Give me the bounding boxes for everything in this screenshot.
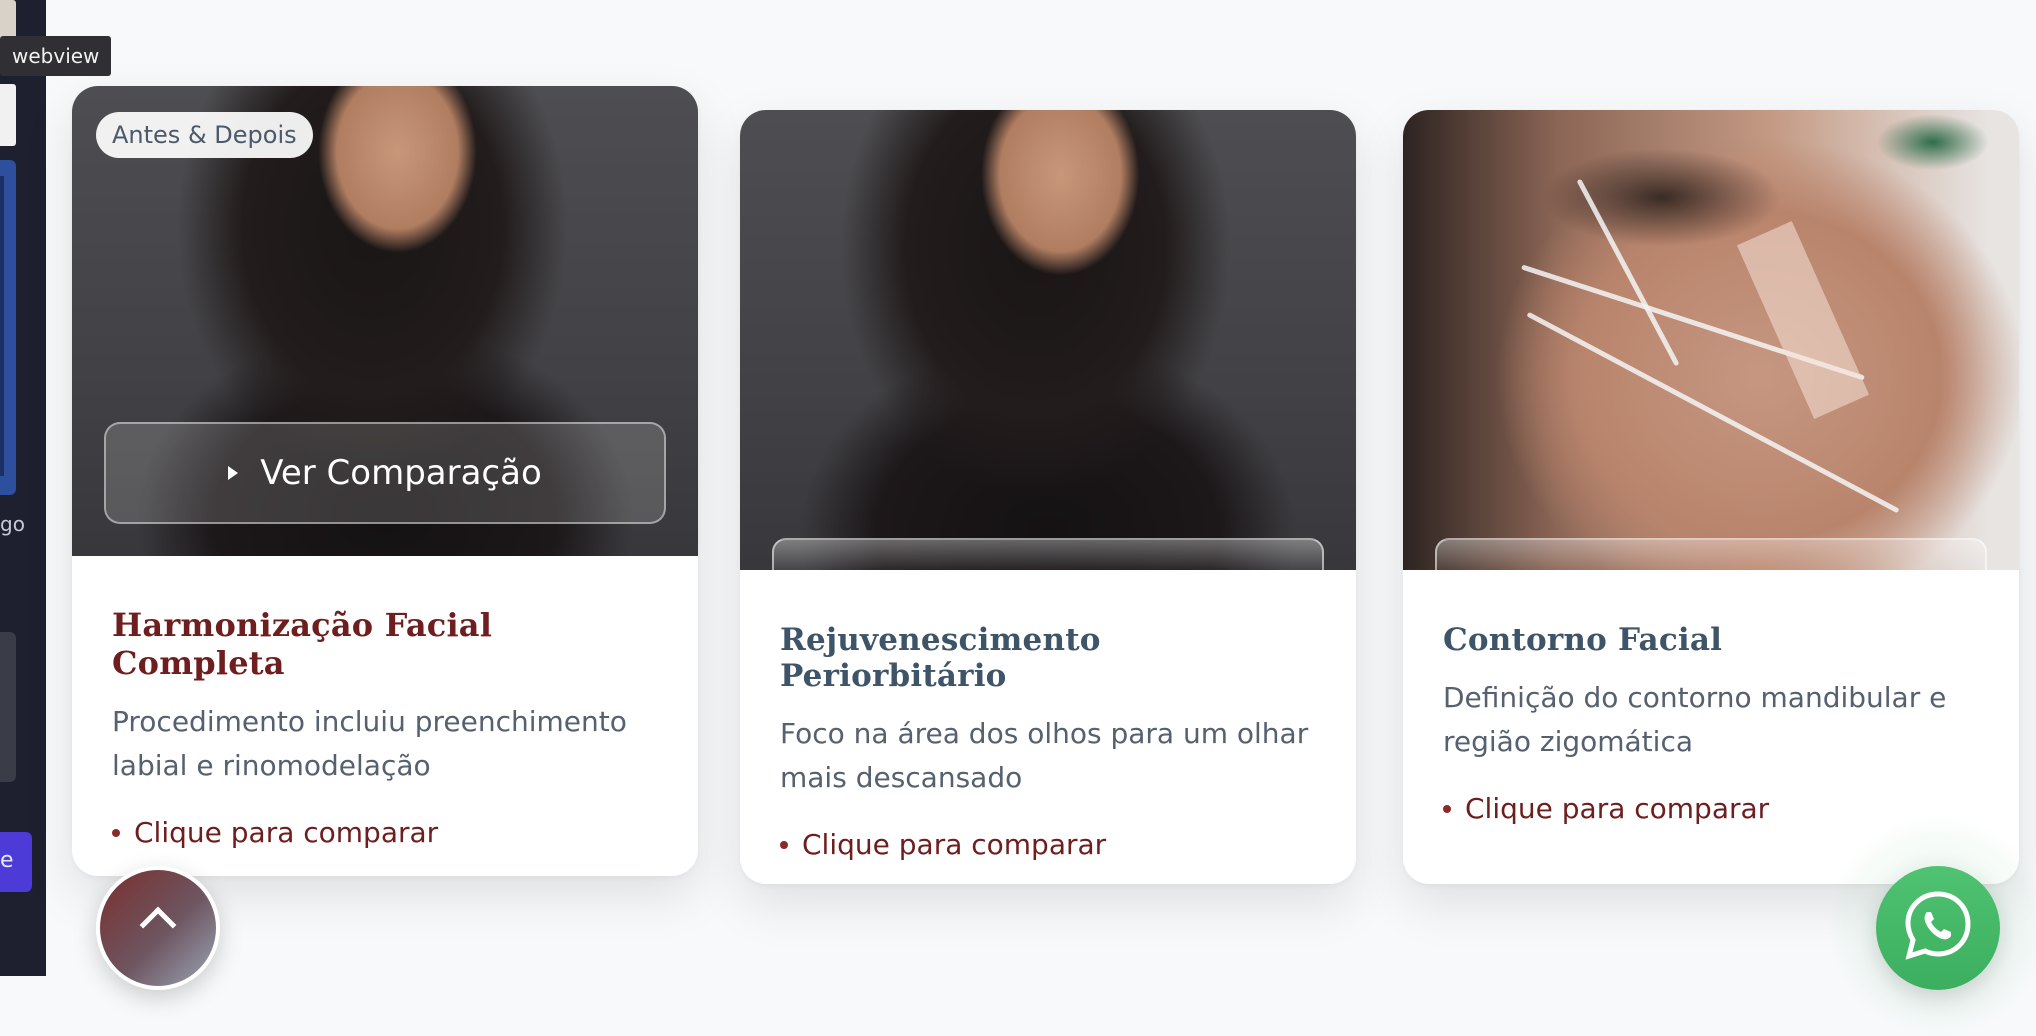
card-description: Definição do contorno mandibular e regiã… (1443, 681, 1947, 758)
chevron-up-icon (139, 906, 177, 944)
sidebar-thumbnail[interactable] (0, 0, 16, 40)
app-sidebar-strip: go e (0, 0, 46, 976)
whatsapp-icon (1905, 891, 1971, 960)
compare-link[interactable]: Clique para comparar (780, 828, 1316, 861)
sidebar-partial-button[interactable]: e (0, 832, 32, 892)
card-title: Harmonização Facial Completa (112, 606, 493, 682)
view-comparison-button[interactable] (1435, 538, 1987, 570)
card-photo[interactable] (740, 110, 1356, 570)
card-photo[interactable] (1403, 110, 2019, 570)
view-comparison-button[interactable] (772, 538, 1324, 570)
portrait-image (740, 110, 1356, 570)
compare-link-label: Clique para comparar (1465, 792, 1770, 825)
sidebar-partial-label: go (0, 512, 25, 536)
compare-link[interactable]: Clique para comparar (112, 816, 658, 849)
view-comparison-button[interactable]: Ver Comparação (104, 422, 666, 524)
face-closeup-image (1403, 110, 2019, 570)
sidebar-thumbnail[interactable] (0, 84, 16, 146)
compare-link[interactable]: Clique para comparar (1443, 792, 1979, 825)
whatsapp-button[interactable] (1876, 866, 2000, 990)
scroll-to-top-button[interactable] (96, 866, 220, 990)
before-after-badge: Antes & Depois (96, 112, 313, 158)
card-photo[interactable]: Antes & Depois Ver Comparação (72, 86, 698, 556)
compare-link-label: Clique para comparar (802, 828, 1107, 861)
play-icon (228, 466, 239, 480)
sidebar-active-panel[interactable] (0, 160, 16, 495)
card-description: Foco na área dos olhos para um olhar mai… (780, 717, 1309, 794)
before-after-card[interactable]: Rejuvenescimento Periorbitário Foco na á… (740, 110, 1356, 884)
card-title: Contorno Facial (1443, 622, 1723, 658)
webview-tooltip: webview (0, 36, 112, 76)
bullet-icon (1443, 804, 1451, 813)
card-description: Procedimento incluiu preenchimento labia… (112, 705, 627, 782)
view-comparison-label: Ver Comparação (260, 453, 542, 493)
card-title: Rejuvenescimento Periorbitário (780, 622, 1101, 694)
before-after-card[interactable]: Antes & Depois Ver Comparação Harmonizaç… (72, 86, 698, 876)
bullet-icon (112, 828, 120, 837)
sidebar-panel[interactable] (0, 632, 16, 782)
compare-link-label: Clique para comparar (134, 816, 439, 849)
bullet-icon (780, 840, 788, 849)
before-after-card[interactable]: Contorno Facial Definição do contorno ma… (1403, 110, 2019, 884)
